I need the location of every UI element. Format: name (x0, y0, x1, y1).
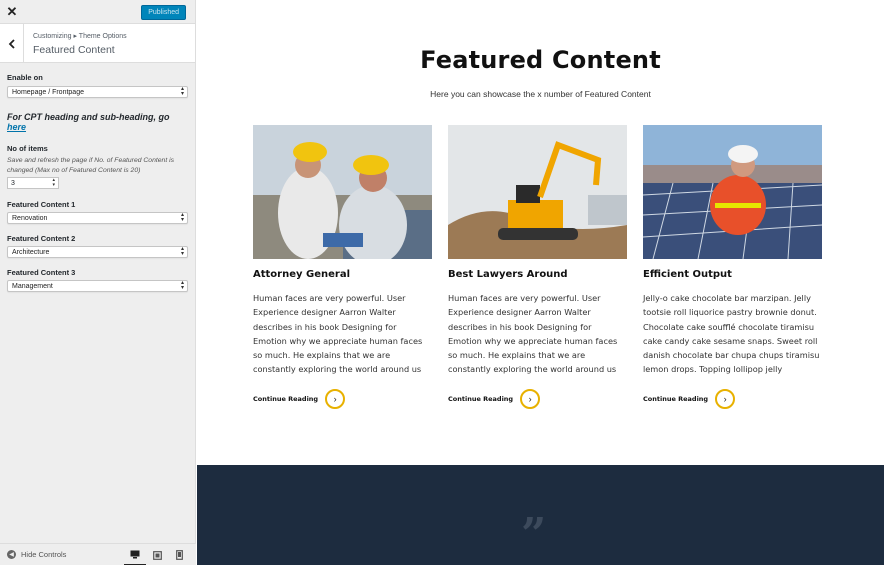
continue-reading-link[interactable]: Continue Reading › (253, 389, 346, 409)
select-arrows-icon: ▴ ▾ (180, 212, 184, 223)
close-icon[interactable]: ✕ (0, 0, 24, 24)
publish-button[interactable]: Published (141, 5, 186, 20)
no-of-items-input[interactable]: 3 ▴ ▾ (7, 177, 59, 189)
back-button[interactable] (0, 24, 24, 63)
featured-content-subtitle: Here you can showcase the x number of Fe… (430, 89, 651, 99)
chevron-right-icon[interactable]: › (715, 389, 736, 409)
section-header: Customizing ▸ Theme Options Featured Con… (0, 24, 195, 63)
featured-content-3-value: Management (12, 282, 53, 290)
card-excerpt: Jelly-o cake chocolate bar marzipan. Jel… (643, 293, 820, 375)
continue-reading-label: Continue Reading (448, 395, 514, 403)
chevron-left-icon (8, 38, 15, 49)
quote-icon: ” (521, 509, 547, 560)
select-arrows-icon: ▴ ▾ (180, 246, 184, 257)
featured-content-1-select[interactable]: Renovation ▴ ▾ (7, 212, 188, 224)
featured-content-3-label: Featured Content 3 (7, 268, 76, 277)
desktop-icon (130, 550, 140, 558)
featured-content-title: Featured Content (420, 46, 661, 74)
card-excerpt: Human faces are very powerful. User Expe… (253, 293, 423, 375)
featured-content-3-select[interactable]: Management ▴ ▾ (7, 280, 188, 292)
mobile-icon (175, 550, 183, 560)
breadcrumb: Customizing ▸ Theme Options (33, 33, 127, 40)
featured-card-2: Best Lawyers Around Human faces are very… (448, 125, 627, 409)
no-of-items-description: Save and refresh the page if No. of Feat… (7, 157, 175, 174)
featured-card-3: Efficient Output Jelly-o cake chocolate … (643, 125, 822, 409)
featured-content-2-select[interactable]: Architecture ▴ ▾ (7, 246, 188, 258)
featured-content-1-label: Featured Content 1 (7, 200, 76, 209)
no-of-items-value: 3 (11, 179, 15, 187)
no-of-items-label: No of items (7, 144, 48, 153)
hide-controls-button[interactable]: ◀ Hide Controls (7, 550, 66, 559)
continue-reading-link[interactable]: Continue Reading › (448, 389, 541, 409)
number-spinner-icon[interactable]: ▴ ▾ (52, 178, 55, 188)
featured-content-2-value: Architecture (12, 248, 50, 256)
card-title[interactable]: Attorney General (253, 269, 432, 280)
card-image-workers[interactable] (253, 125, 432, 259)
featured-content-1-value: Renovation (12, 214, 48, 222)
section-title: Featured Content (33, 44, 115, 56)
cpt-here-link[interactable]: here (7, 122, 26, 132)
collapse-icon: ◀ (7, 550, 16, 559)
desktop-preview-button[interactable] (124, 544, 146, 565)
mobile-preview-button[interactable] (168, 544, 190, 565)
select-arrows-icon: ▴ ▾ (180, 86, 184, 97)
site-preview: Featured Content Here you can showcase t… (197, 0, 884, 565)
card-image-excavator[interactable] (448, 125, 627, 259)
card-title[interactable]: Efficient Output (643, 269, 822, 280)
device-switcher (124, 544, 190, 565)
tablet-preview-button[interactable] (146, 544, 168, 565)
continue-reading-label: Continue Reading (253, 395, 319, 403)
continue-reading-link[interactable]: Continue Reading › (643, 389, 736, 409)
hide-controls-label: Hide Controls (21, 550, 67, 559)
card-title[interactable]: Best Lawyers Around (448, 269, 627, 280)
card-image-solar-engineer[interactable] (643, 125, 822, 259)
customizer-sidebar: ✕ Published Customizing ▸ Theme Options … (0, 0, 196, 565)
card-excerpt: Human faces are very powerful. User Expe… (448, 293, 618, 375)
cpt-note-text: For CPT heading and sub-heading, go (7, 112, 170, 122)
cpt-note: For CPT heading and sub-heading, go here (7, 112, 188, 132)
customizer-header: ✕ Published (0, 0, 195, 24)
controls-panel: Enable on Homepage / Frontpage ▴ ▾ For CP… (0, 63, 195, 292)
tablet-icon (152, 550, 162, 560)
enable-on-select[interactable]: Homepage / Frontpage ▴ ▾ (7, 86, 188, 98)
customizer-footer: ◀ Hide Controls (0, 543, 196, 565)
enable-on-value: Homepage / Frontpage (12, 88, 84, 96)
continue-reading-label: Continue Reading (643, 395, 709, 403)
featured-content-2-label: Featured Content 2 (7, 234, 76, 243)
testimonial-section: ” (197, 465, 884, 565)
chevron-right-icon[interactable]: › (520, 389, 541, 409)
enable-on-label: Enable on (7, 73, 43, 82)
select-arrows-icon: ▴ ▾ (180, 280, 184, 291)
chevron-right-icon[interactable]: › (325, 389, 346, 409)
featured-card-1: Attorney General Human faces are very po… (253, 125, 432, 409)
